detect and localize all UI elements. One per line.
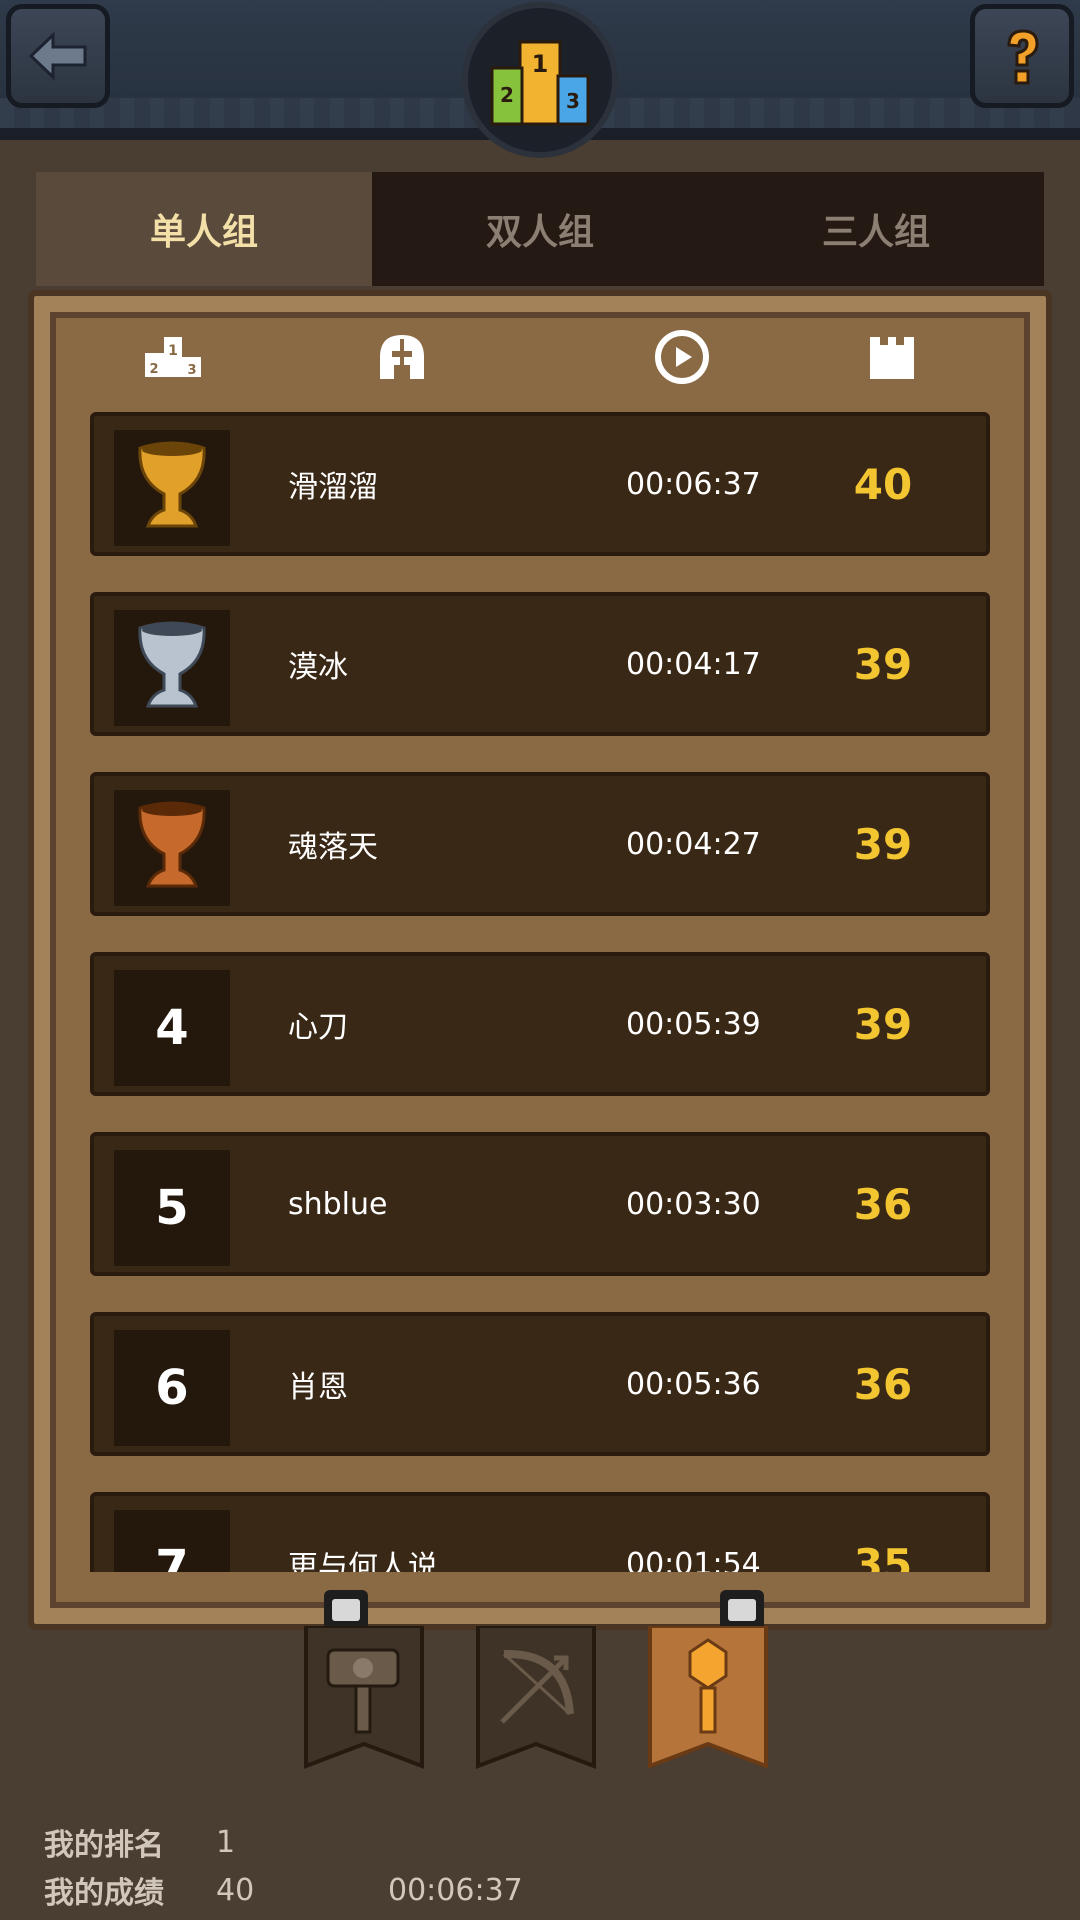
- bow-banner-tab[interactable]: [474, 1624, 598, 1770]
- player-time: 00:03:30: [626, 1186, 761, 1222]
- my-result-panel: 我的排名 1 我的成绩 40 00:06:37: [44, 1818, 523, 1914]
- leaderboard-row[interactable]: 7 更与何人说 00:01:54 35: [90, 1492, 990, 1572]
- svg-text:3: 3: [566, 89, 580, 113]
- player-time: 00:05:36: [626, 1366, 761, 1402]
- hammer-icon: [304, 1624, 424, 1769]
- player-score: 39: [853, 999, 913, 1049]
- player-time: 00:05:39: [626, 1006, 761, 1042]
- player-name: 肖恩: [288, 1370, 348, 1405]
- rank-column-header: 1 2 3: [130, 322, 216, 392]
- player-name: 魂落天: [288, 830, 378, 865]
- player-score: 35: [853, 1539, 913, 1573]
- player-score: 40: [853, 459, 913, 509]
- leaderboard-row[interactable]: 漠冰 00:04:17 39: [90, 592, 990, 736]
- tab-single[interactable]: 单人组: [36, 172, 372, 286]
- podium-ranking-icon: 1 2 3: [462, 2, 618, 158]
- leaderboard-row[interactable]: 6 肖恩 00:05:36 36: [90, 1312, 990, 1456]
- player-helmet-icon: [380, 335, 424, 379]
- bow-icon: [476, 1624, 596, 1769]
- rank-badge: [114, 610, 230, 726]
- back-arrow-icon: [28, 31, 87, 81]
- player-name: 漠冰: [288, 650, 348, 685]
- rank-badge: [114, 430, 230, 546]
- mace-banner-tab[interactable]: [646, 1624, 770, 1770]
- my-score-label: 我的成绩: [44, 1876, 164, 1911]
- my-rank-value: 1: [216, 1824, 236, 1860]
- player-time: 00:04:27: [626, 826, 761, 862]
- leaderboard-row[interactable]: 4 心刀 00:05:39 39: [90, 952, 990, 1096]
- player-score: 36: [853, 1359, 913, 1409]
- player-name: shblue: [288, 1186, 388, 1222]
- leaderboard-list[interactable]: 滑溜溜 00:06:37 40 漠冰 00:04:17 39 魂落天 00:04…: [90, 412, 990, 1572]
- leaderboard-row[interactable]: 5 shblue 00:03:30 36: [90, 1132, 990, 1276]
- my-score-value: 40: [216, 1872, 255, 1908]
- svg-text:3: 3: [187, 363, 196, 378]
- leaderboard-row[interactable]: 滑溜溜 00:06:37 40: [90, 412, 990, 556]
- rank-number: 7: [114, 1510, 230, 1572]
- my-time-value: 00:06:37: [388, 1872, 523, 1908]
- player-name: 更与何人说: [288, 1550, 438, 1572]
- help-question-icon: [1007, 29, 1039, 85]
- tab-triple[interactable]: 三人组: [708, 172, 1044, 286]
- tab-double[interactable]: 双人组: [372, 172, 708, 286]
- hammer-banner-tab[interactable]: [302, 1624, 426, 1770]
- pin-icon: [720, 1590, 764, 1630]
- group-tabs: 单人组 双人组 三人组: [36, 172, 1044, 286]
- pin-icon: [324, 1590, 368, 1630]
- silver-trophy-icon: [138, 621, 206, 708]
- rank-number: 5: [114, 1150, 230, 1266]
- rank-badge: [114, 790, 230, 906]
- bronze-trophy-icon: [138, 801, 206, 888]
- svg-text:1: 1: [532, 50, 549, 78]
- player-time: 00:01:54: [626, 1546, 761, 1573]
- leaderboard-row[interactable]: 魂落天 00:04:27 39: [90, 772, 990, 916]
- score-column-header: [862, 322, 922, 392]
- time-clock-icon: [655, 330, 709, 384]
- rank-number: 6: [114, 1330, 230, 1446]
- player-time: 00:06:37: [626, 466, 761, 502]
- back-button[interactable]: [6, 4, 110, 108]
- player-column-header: [372, 322, 432, 392]
- player-name: 滑溜溜: [288, 470, 378, 505]
- player-name: 心刀: [288, 1010, 348, 1045]
- mace-icon: [648, 1624, 768, 1769]
- rank-number: 4: [114, 970, 230, 1086]
- help-button[interactable]: [970, 4, 1074, 108]
- tower-level-icon: [870, 337, 914, 379]
- svg-text:2: 2: [149, 362, 158, 377]
- my-rank-label: 我的排名: [44, 1828, 164, 1863]
- player-score: 39: [853, 639, 913, 689]
- gold-trophy-icon: [138, 441, 206, 528]
- svg-text:1: 1: [168, 343, 178, 359]
- svg-text:2: 2: [500, 83, 514, 107]
- time-column-header: [652, 322, 712, 392]
- player-score: 36: [853, 1179, 913, 1229]
- rank-podium-icon: 1 2 3: [145, 337, 201, 378]
- player-time: 00:04:17: [626, 646, 761, 682]
- player-score: 39: [853, 819, 913, 869]
